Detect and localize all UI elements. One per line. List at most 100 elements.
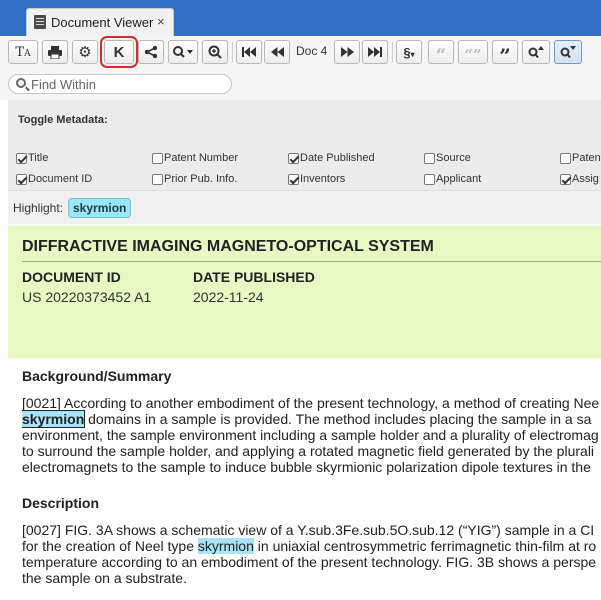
toolbar-separator [232, 42, 233, 62]
toggle-source-label: Source [436, 152, 471, 164]
rewind-icon [270, 47, 284, 57]
kwic-icon: K [113, 43, 125, 61]
quote-double-icon: “” [464, 46, 482, 64]
skip-first-icon [242, 47, 256, 57]
toggle-applicant[interactable]: Applicant [424, 173, 481, 185]
toggle-patent-number[interactable]: Patent Number [152, 152, 238, 164]
text-run: for the creation of Neel type [22, 538, 198, 554]
toolbar: TA ⚙ K Doc 4 §▾ “ “” ” [0, 36, 601, 68]
text-line: [0021] According to another embodiment o… [22, 395, 601, 411]
text-run: domains in a sample is provided. The met… [84, 411, 592, 427]
search-down-icon [560, 46, 576, 59]
text-line: temperature according to an embodiment o… [22, 554, 601, 570]
search-dropdown-icon [173, 46, 193, 58]
settings-button[interactable]: ⚙ [72, 40, 98, 64]
next-hit-button[interactable] [554, 40, 582, 64]
section-heading-background: Background/Summary [22, 368, 172, 384]
search-hit[interactable]: skyrmion [197, 538, 254, 554]
toggle-date-published[interactable]: Date Published [288, 152, 375, 164]
text-size-icon: TA [15, 44, 31, 60]
checkbox-patent[interactable] [560, 152, 571, 164]
quote-close-icon: ” [499, 44, 511, 68]
close-icon[interactable]: × [157, 14, 165, 29]
last-doc-button[interactable] [362, 40, 388, 64]
toolbar-separator [392, 42, 393, 62]
section-button[interactable]: §▾ [396, 40, 422, 64]
quote-open-icon: “ [435, 45, 447, 66]
document-id-label: DOCUMENT ID [22, 269, 121, 285]
document-body: Background/Summary [0021] According to a… [22, 366, 601, 600]
highlight-label: Highlight: [13, 201, 64, 215]
next-doc-button[interactable] [334, 40, 360, 64]
toggle-title[interactable]: Title [16, 152, 48, 164]
text-run: [0021] According to another embodiment o… [22, 395, 600, 411]
highlight-term-chip[interactable]: skyrmion [68, 198, 132, 218]
text-line: skyrmion domains in a sample is provided… [22, 410, 601, 428]
checkbox-title[interactable] [16, 152, 27, 164]
header-divider [22, 261, 601, 262]
quote-button-3[interactable]: ” [492, 40, 518, 68]
toggle-source[interactable]: Source [424, 152, 471, 164]
share-button[interactable] [138, 40, 164, 64]
text-run: [0027] FIG. 3A shows a schematic view of… [22, 522, 595, 538]
checkbox-assignee[interactable] [560, 173, 571, 185]
document-header: DIFFRACTIVE IMAGING MAGNETO-OPTICAL SYST… [8, 226, 601, 358]
checkbox-source[interactable] [424, 152, 435, 164]
toggle-applicant-label: Applicant [436, 173, 482, 185]
toggle-document-id[interactable]: Document ID [16, 173, 92, 185]
toggle-assignee-label: Assig [572, 173, 599, 185]
print-button[interactable] [42, 40, 68, 64]
toggle-date-published-label: Date Published [300, 152, 375, 164]
doc-position-label: Doc 4 [296, 44, 328, 58]
paragraph-0027: [0027] FIG. 3A shows a schematic view of… [22, 522, 601, 586]
text-line: to surround the sample holder, and apply… [22, 443, 601, 459]
text-line: environment, the sample environment incl… [22, 427, 601, 443]
highlight-row: Highlight: skyrmion [8, 190, 601, 224]
quote-button-2[interactable]: “” [458, 40, 488, 64]
document-icon [34, 15, 46, 29]
date-published-label: DATE PUBLISHED [193, 269, 315, 285]
section-heading-description: Description [22, 495, 100, 511]
toggle-inventors[interactable]: Inventors [288, 173, 345, 185]
skip-last-icon [368, 47, 382, 57]
toggle-patent[interactable]: Paten [560, 152, 601, 164]
text-run: the sample on a substrate. [22, 570, 187, 586]
toggle-patent-number-label: Patent Number [164, 152, 238, 164]
checkbox-prior-pub-info[interactable] [152, 173, 163, 185]
text-run: to surround the sample holder, and apply… [22, 443, 595, 459]
tab-document-viewer[interactable]: Document Viewer × [26, 8, 174, 36]
search-up-icon [528, 46, 544, 59]
tab-title: Document Viewer [51, 15, 154, 30]
first-doc-button[interactable] [236, 40, 262, 64]
prev-doc-button[interactable] [264, 40, 290, 64]
checkbox-applicant[interactable] [424, 173, 435, 185]
text-run: environment, the sample environment incl… [22, 427, 599, 443]
checkbox-document-id[interactable] [16, 173, 27, 185]
search-hit-current[interactable]: skyrmion [22, 410, 86, 428]
find-within-input[interactable] [31, 76, 221, 92]
text-size-button[interactable]: TA [8, 40, 38, 64]
document-title: DIFFRACTIVE IMAGING MAGNETO-OPTICAL SYST… [22, 238, 434, 255]
prev-hit-button[interactable] [522, 40, 550, 64]
search-menu-button[interactable] [168, 40, 198, 64]
quote-button-1[interactable]: “ [428, 40, 454, 66]
paragraph-0021: [0021] According to another embodiment o… [22, 395, 601, 475]
checkbox-patent-number[interactable] [152, 152, 163, 164]
text-line: the sample on a substrate. [22, 570, 601, 586]
checkbox-date-published[interactable] [288, 152, 299, 164]
text-run: in uniaxial centrosymmetric ferrimagneti… [253, 538, 597, 554]
toggle-prior-pub-info-label: Prior Pub. Info. [164, 173, 238, 185]
search-icon [16, 78, 26, 88]
find-within-field[interactable] [8, 74, 232, 94]
kwic-button[interactable]: K [100, 36, 138, 68]
toggle-prior-pub-info[interactable]: Prior Pub. Info. [152, 173, 237, 185]
toggle-assignee[interactable]: Assig [560, 173, 599, 185]
metadata-title: Toggle Metadata: [18, 114, 108, 126]
toggle-document-id-label: Document ID [28, 173, 93, 185]
toggle-title-label: Title [28, 152, 49, 164]
zoom-button[interactable] [202, 40, 228, 64]
gear-icon: ⚙ [78, 43, 92, 61]
text-run: electromagnets to the sample to induce b… [22, 459, 591, 475]
toggle-patent-label: Paten [572, 152, 601, 164]
checkbox-inventors[interactable] [288, 173, 299, 185]
